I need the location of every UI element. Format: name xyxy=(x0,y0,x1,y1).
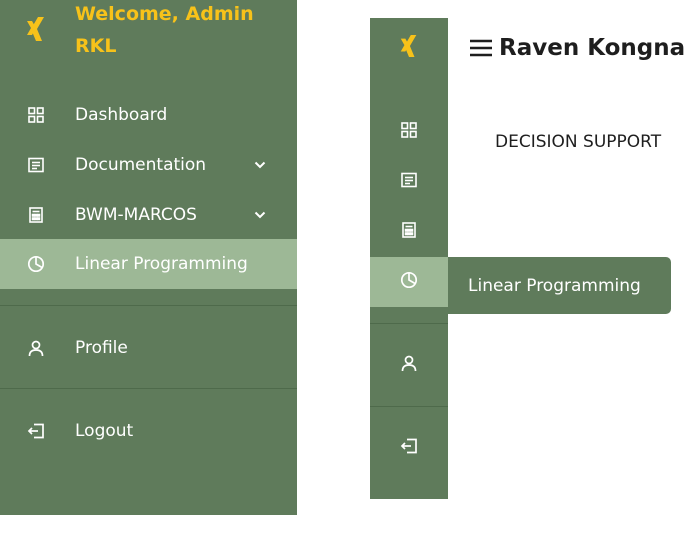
calculator-icon xyxy=(401,222,417,242)
sidebar-divider xyxy=(370,323,448,324)
hamburger-menu-icon[interactable] xyxy=(468,37,494,59)
chevron-down-icon[interactable] xyxy=(253,208,267,222)
sidebar-divider xyxy=(0,305,297,306)
welcome-text: Welcome, Admin RKL xyxy=(75,3,254,57)
mini-item-logout[interactable] xyxy=(370,423,448,473)
page-title: Raven Kongna xyxy=(499,35,686,61)
xing-logo-icon[interactable] xyxy=(24,14,48,44)
sidebar-item-linear-programming[interactable]: Linear Programming xyxy=(0,239,297,289)
sidebar-collapsed xyxy=(370,18,448,499)
document-icon xyxy=(26,155,46,175)
chevron-down-icon[interactable] xyxy=(253,158,267,172)
sidebar-item-label: Profile xyxy=(75,338,128,358)
sidebar-item-dashboard[interactable]: Dashboard xyxy=(0,90,297,140)
brand-header: Welcome, Admin RKL xyxy=(0,0,297,70)
user-icon xyxy=(26,338,46,358)
sidebar-divider xyxy=(370,406,448,407)
sidebar-divider xyxy=(0,388,297,389)
sidebar-item-label: Logout xyxy=(75,421,134,441)
sidebar-tooltip[interactable]: Linear Programming xyxy=(448,257,671,314)
mini-item-bwm-marcos[interactable] xyxy=(370,207,448,257)
sidebar-item-profile[interactable]: Profile xyxy=(0,323,297,373)
mini-item-linear-programming[interactable] xyxy=(370,257,448,307)
sidebar-expanded: Welcome, Admin RKL Dashboard Documentati… xyxy=(0,0,297,515)
dashboard-grid-icon xyxy=(401,122,417,142)
sidebar-item-label: BWM-MARCOS xyxy=(75,205,197,225)
section-title: DECISION SUPPORT xyxy=(495,132,662,152)
calculator-icon xyxy=(26,205,46,225)
mini-item-profile[interactable] xyxy=(370,340,448,390)
xing-logo-icon[interactable] xyxy=(397,32,421,60)
sidebar-item-label: Documentation xyxy=(75,155,207,175)
logout-icon xyxy=(400,438,418,458)
user-icon xyxy=(401,355,417,376)
sidebar-item-documentation[interactable]: Documentation xyxy=(0,140,297,190)
document-icon xyxy=(401,172,417,192)
sidebar-item-label: Dashboard xyxy=(75,105,168,125)
dashboard-grid-icon xyxy=(26,105,46,125)
mini-item-documentation[interactable] xyxy=(370,157,448,207)
logout-icon xyxy=(26,421,46,441)
sidebar-item-logout[interactable]: Logout xyxy=(0,406,297,456)
mini-item-dashboard[interactable] xyxy=(370,107,448,157)
pie-chart-icon xyxy=(400,271,418,293)
sidebar-item-bwm-marcos[interactable]: BWM-MARCOS xyxy=(0,190,297,240)
sidebar-item-label: Linear Programming xyxy=(75,254,248,274)
pie-chart-icon xyxy=(26,254,46,274)
